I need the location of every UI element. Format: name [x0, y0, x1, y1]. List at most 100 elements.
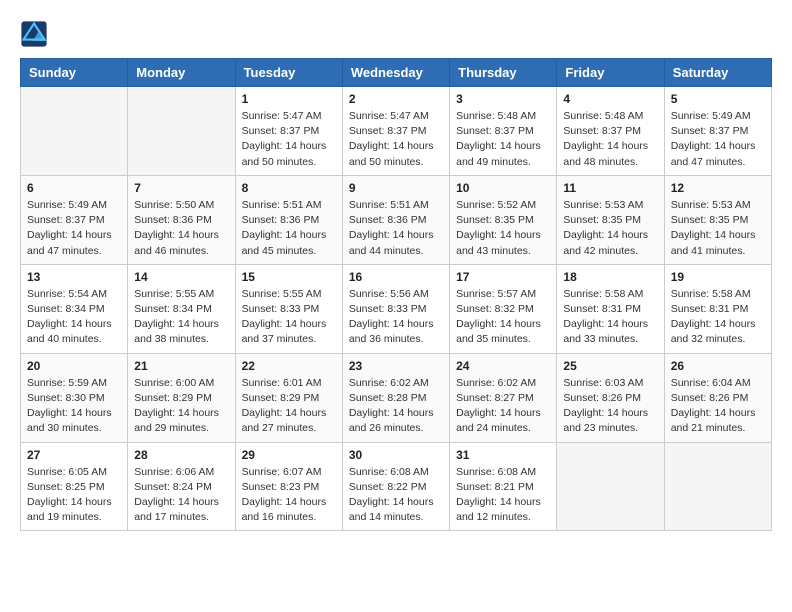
day-info: Sunrise: 5:58 AM Sunset: 8:31 PM Dayligh…	[563, 287, 657, 348]
day-number: 27	[27, 448, 121, 462]
day-number: 4	[563, 92, 657, 106]
calendar-cell: 15 Sunrise: 5:55 AM Sunset: 8:33 PM Dayli…	[235, 264, 342, 353]
day-info: Sunrise: 5:50 AM Sunset: 8:36 PM Dayligh…	[134, 198, 228, 259]
day-number: 12	[671, 181, 765, 195]
calendar-cell: 2Sunrise: 5:47 AM Sunset: 8:37 PM Daylig…	[342, 87, 449, 176]
day-number: 15	[242, 270, 336, 284]
calendar-cell: 5 Sunrise: 5:49 AM Sunset: 8:37 PM Daylig…	[664, 87, 771, 176]
calendar-cell: 4 Sunrise: 5:48 AM Sunset: 8:37 PM Daylig…	[557, 87, 664, 176]
calendar-week-row: 27 Sunrise: 6:05 AM Sunset: 8:25 PM Dayli…	[21, 442, 772, 531]
day-info: Sunrise: 6:04 AM Sunset: 8:26 PM Dayligh…	[671, 376, 765, 437]
weekday-header-friday: Friday	[557, 59, 664, 87]
calendar-cell	[21, 87, 128, 176]
day-number: 11	[563, 181, 657, 195]
calendar-week-row: 13Sunrise: 5:54 AM Sunset: 8:34 PM Dayli…	[21, 264, 772, 353]
day-number: 22	[242, 359, 336, 373]
day-number: 14	[134, 270, 228, 284]
day-info: Sunrise: 5:51 AM Sunset: 8:36 PM Dayligh…	[242, 198, 336, 259]
calendar-cell: 24 Sunrise: 6:02 AM Sunset: 8:27 PM Dayli…	[450, 353, 557, 442]
day-number: 29	[242, 448, 336, 462]
day-info: Sunrise: 6:02 AM Sunset: 8:27 PM Dayligh…	[456, 376, 550, 437]
calendar-table: SundayMondayTuesdayWednesdayThursdayFrid…	[20, 58, 772, 531]
calendar-week-row: 20Sunrise: 5:59 AM Sunset: 8:30 PM Dayli…	[21, 353, 772, 442]
calendar-cell: 14 Sunrise: 5:55 AM Sunset: 8:34 PM Dayli…	[128, 264, 235, 353]
calendar-cell: 22 Sunrise: 6:01 AM Sunset: 8:29 PM Dayli…	[235, 353, 342, 442]
day-number: 17	[456, 270, 550, 284]
day-info: Sunrise: 5:57 AM Sunset: 8:32 PM Dayligh…	[456, 287, 550, 348]
calendar-cell: 8 Sunrise: 5:51 AM Sunset: 8:36 PM Daylig…	[235, 175, 342, 264]
day-info: Sunrise: 5:53 AM Sunset: 8:35 PM Dayligh…	[671, 198, 765, 259]
day-info: Sunrise: 6:06 AM Sunset: 8:24 PM Dayligh…	[134, 465, 228, 526]
day-info: Sunrise: 5:52 AM Sunset: 8:35 PM Dayligh…	[456, 198, 550, 259]
day-info: Sunrise: 5:48 AM Sunset: 8:37 PM Dayligh…	[456, 109, 550, 170]
weekday-header-monday: Monday	[128, 59, 235, 87]
day-number: 13	[27, 270, 121, 284]
calendar-cell: 10 Sunrise: 5:52 AM Sunset: 8:35 PM Dayli…	[450, 175, 557, 264]
weekday-header-thursday: Thursday	[450, 59, 557, 87]
day-number: 23	[349, 359, 443, 373]
logo-icon	[20, 20, 48, 48]
day-info: Sunrise: 6:08 AM Sunset: 8:21 PM Dayligh…	[456, 465, 550, 526]
calendar-cell: 17 Sunrise: 5:57 AM Sunset: 8:32 PM Dayli…	[450, 264, 557, 353]
day-info: Sunrise: 5:49 AM Sunset: 8:37 PM Dayligh…	[27, 198, 121, 259]
day-number: 7	[134, 181, 228, 195]
calendar-week-row: 6 Sunrise: 5:49 AM Sunset: 8:37 PM Daylig…	[21, 175, 772, 264]
day-number: 25	[563, 359, 657, 373]
calendar-cell: 28 Sunrise: 6:06 AM Sunset: 8:24 PM Dayli…	[128, 442, 235, 531]
day-info: Sunrise: 5:55 AM Sunset: 8:33 PM Dayligh…	[242, 287, 336, 348]
weekday-header-saturday: Saturday	[664, 59, 771, 87]
day-number: 24	[456, 359, 550, 373]
calendar-cell: 23 Sunrise: 6:02 AM Sunset: 8:28 PM Dayli…	[342, 353, 449, 442]
day-number: 20	[27, 359, 121, 373]
calendar-cell: 13Sunrise: 5:54 AM Sunset: 8:34 PM Dayli…	[21, 264, 128, 353]
day-number: 8	[242, 181, 336, 195]
day-info: Sunrise: 5:51 AM Sunset: 8:36 PM Dayligh…	[349, 198, 443, 259]
day-number: 1	[242, 92, 336, 106]
logo	[20, 20, 52, 48]
day-info: Sunrise: 6:05 AM Sunset: 8:25 PM Dayligh…	[27, 465, 121, 526]
calendar-cell: 27 Sunrise: 6:05 AM Sunset: 8:25 PM Dayli…	[21, 442, 128, 531]
calendar-cell: 7 Sunrise: 5:50 AM Sunset: 8:36 PM Daylig…	[128, 175, 235, 264]
day-info: Sunrise: 6:03 AM Sunset: 8:26 PM Dayligh…	[563, 376, 657, 437]
weekday-header-wednesday: Wednesday	[342, 59, 449, 87]
calendar-cell: 1 Sunrise: 5:47 AM Sunset: 8:37 PM Daylig…	[235, 87, 342, 176]
calendar-cell	[557, 442, 664, 531]
day-number: 9	[349, 181, 443, 195]
day-info: Sunrise: 5:56 AM Sunset: 8:33 PM Dayligh…	[349, 287, 443, 348]
calendar-cell: 16 Sunrise: 5:56 AM Sunset: 8:33 PM Dayli…	[342, 264, 449, 353]
calendar-cell: 25 Sunrise: 6:03 AM Sunset: 8:26 PM Dayli…	[557, 353, 664, 442]
day-number: 6	[27, 181, 121, 195]
calendar-cell: 11Sunrise: 5:53 AM Sunset: 8:35 PM Dayli…	[557, 175, 664, 264]
day-info: Sunrise: 5:48 AM Sunset: 8:37 PM Dayligh…	[563, 109, 657, 170]
day-info: Sunrise: 6:00 AM Sunset: 8:29 PM Dayligh…	[134, 376, 228, 437]
day-info: Sunrise: 6:08 AM Sunset: 8:22 PM Dayligh…	[349, 465, 443, 526]
calendar-cell: 18 Sunrise: 5:58 AM Sunset: 8:31 PM Dayli…	[557, 264, 664, 353]
day-number: 26	[671, 359, 765, 373]
day-number: 28	[134, 448, 228, 462]
day-number: 21	[134, 359, 228, 373]
day-info: Sunrise: 6:01 AM Sunset: 8:29 PM Dayligh…	[242, 376, 336, 437]
day-info: Sunrise: 6:02 AM Sunset: 8:28 PM Dayligh…	[349, 376, 443, 437]
day-number: 5	[671, 92, 765, 106]
day-number: 16	[349, 270, 443, 284]
day-number: 10	[456, 181, 550, 195]
calendar-cell: 9 Sunrise: 5:51 AM Sunset: 8:36 PM Daylig…	[342, 175, 449, 264]
calendar-cell: 30 Sunrise: 6:08 AM Sunset: 8:22 PM Dayli…	[342, 442, 449, 531]
calendar-cell: 19 Sunrise: 5:58 AM Sunset: 8:31 PM Dayli…	[664, 264, 771, 353]
day-info: Sunrise: 5:58 AM Sunset: 8:31 PM Dayligh…	[671, 287, 765, 348]
calendar-cell: 26 Sunrise: 6:04 AM Sunset: 8:26 PM Dayli…	[664, 353, 771, 442]
weekday-header-sunday: Sunday	[21, 59, 128, 87]
day-info: Sunrise: 5:47 AM Sunset: 8:37 PM Dayligh…	[349, 109, 443, 170]
calendar-cell	[664, 442, 771, 531]
calendar-cell: 31Sunrise: 6:08 AM Sunset: 8:21 PM Dayli…	[450, 442, 557, 531]
calendar-cell	[128, 87, 235, 176]
day-number: 18	[563, 270, 657, 284]
day-info: Sunrise: 5:47 AM Sunset: 8:37 PM Dayligh…	[242, 109, 336, 170]
day-info: Sunrise: 5:49 AM Sunset: 8:37 PM Dayligh…	[671, 109, 765, 170]
day-info: Sunrise: 5:55 AM Sunset: 8:34 PM Dayligh…	[134, 287, 228, 348]
day-number: 19	[671, 270, 765, 284]
day-number: 30	[349, 448, 443, 462]
calendar-cell: 20Sunrise: 5:59 AM Sunset: 8:30 PM Dayli…	[21, 353, 128, 442]
weekday-header-tuesday: Tuesday	[235, 59, 342, 87]
calendar-cell: 6 Sunrise: 5:49 AM Sunset: 8:37 PM Daylig…	[21, 175, 128, 264]
